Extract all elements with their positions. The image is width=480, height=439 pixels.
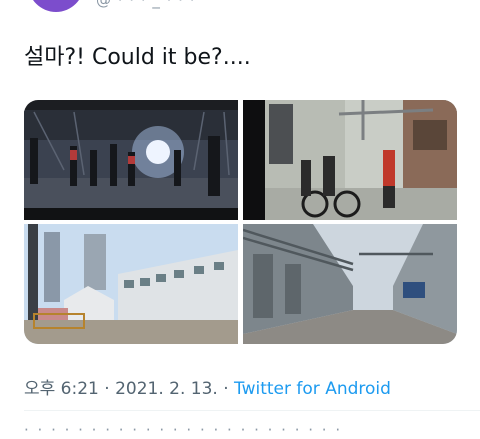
- media-grid: [24, 100, 457, 344]
- media-photo-2[interactable]: [243, 100, 457, 220]
- tweet-source-link[interactable]: Twitter for Android: [234, 379, 391, 399]
- avatar[interactable]: [28, 0, 84, 12]
- meta-separator: ·: [98, 379, 116, 399]
- tweet-meta: 오후 6:21 · 2021. 2. 13. · Twitter for And…: [24, 374, 391, 399]
- media-photo-3[interactable]: [24, 224, 238, 344]
- media-photo-1[interactable]: [24, 100, 238, 220]
- media-photo-4[interactable]: [243, 224, 457, 344]
- tweet-text: 설마?! Could it be?....: [24, 45, 251, 70]
- author-handle[interactable]: @ · · · _ · · ·: [96, 0, 196, 9]
- tweet-date[interactable]: 2021. 2. 13.: [115, 379, 218, 399]
- meta-separator: ·: [217, 379, 235, 399]
- tweet-time[interactable]: 오후 6:21: [24, 379, 99, 399]
- divider: [24, 410, 480, 411]
- cropped-text-row: · · · · · · · · · · · · · · · · · · · · …: [24, 421, 343, 439]
